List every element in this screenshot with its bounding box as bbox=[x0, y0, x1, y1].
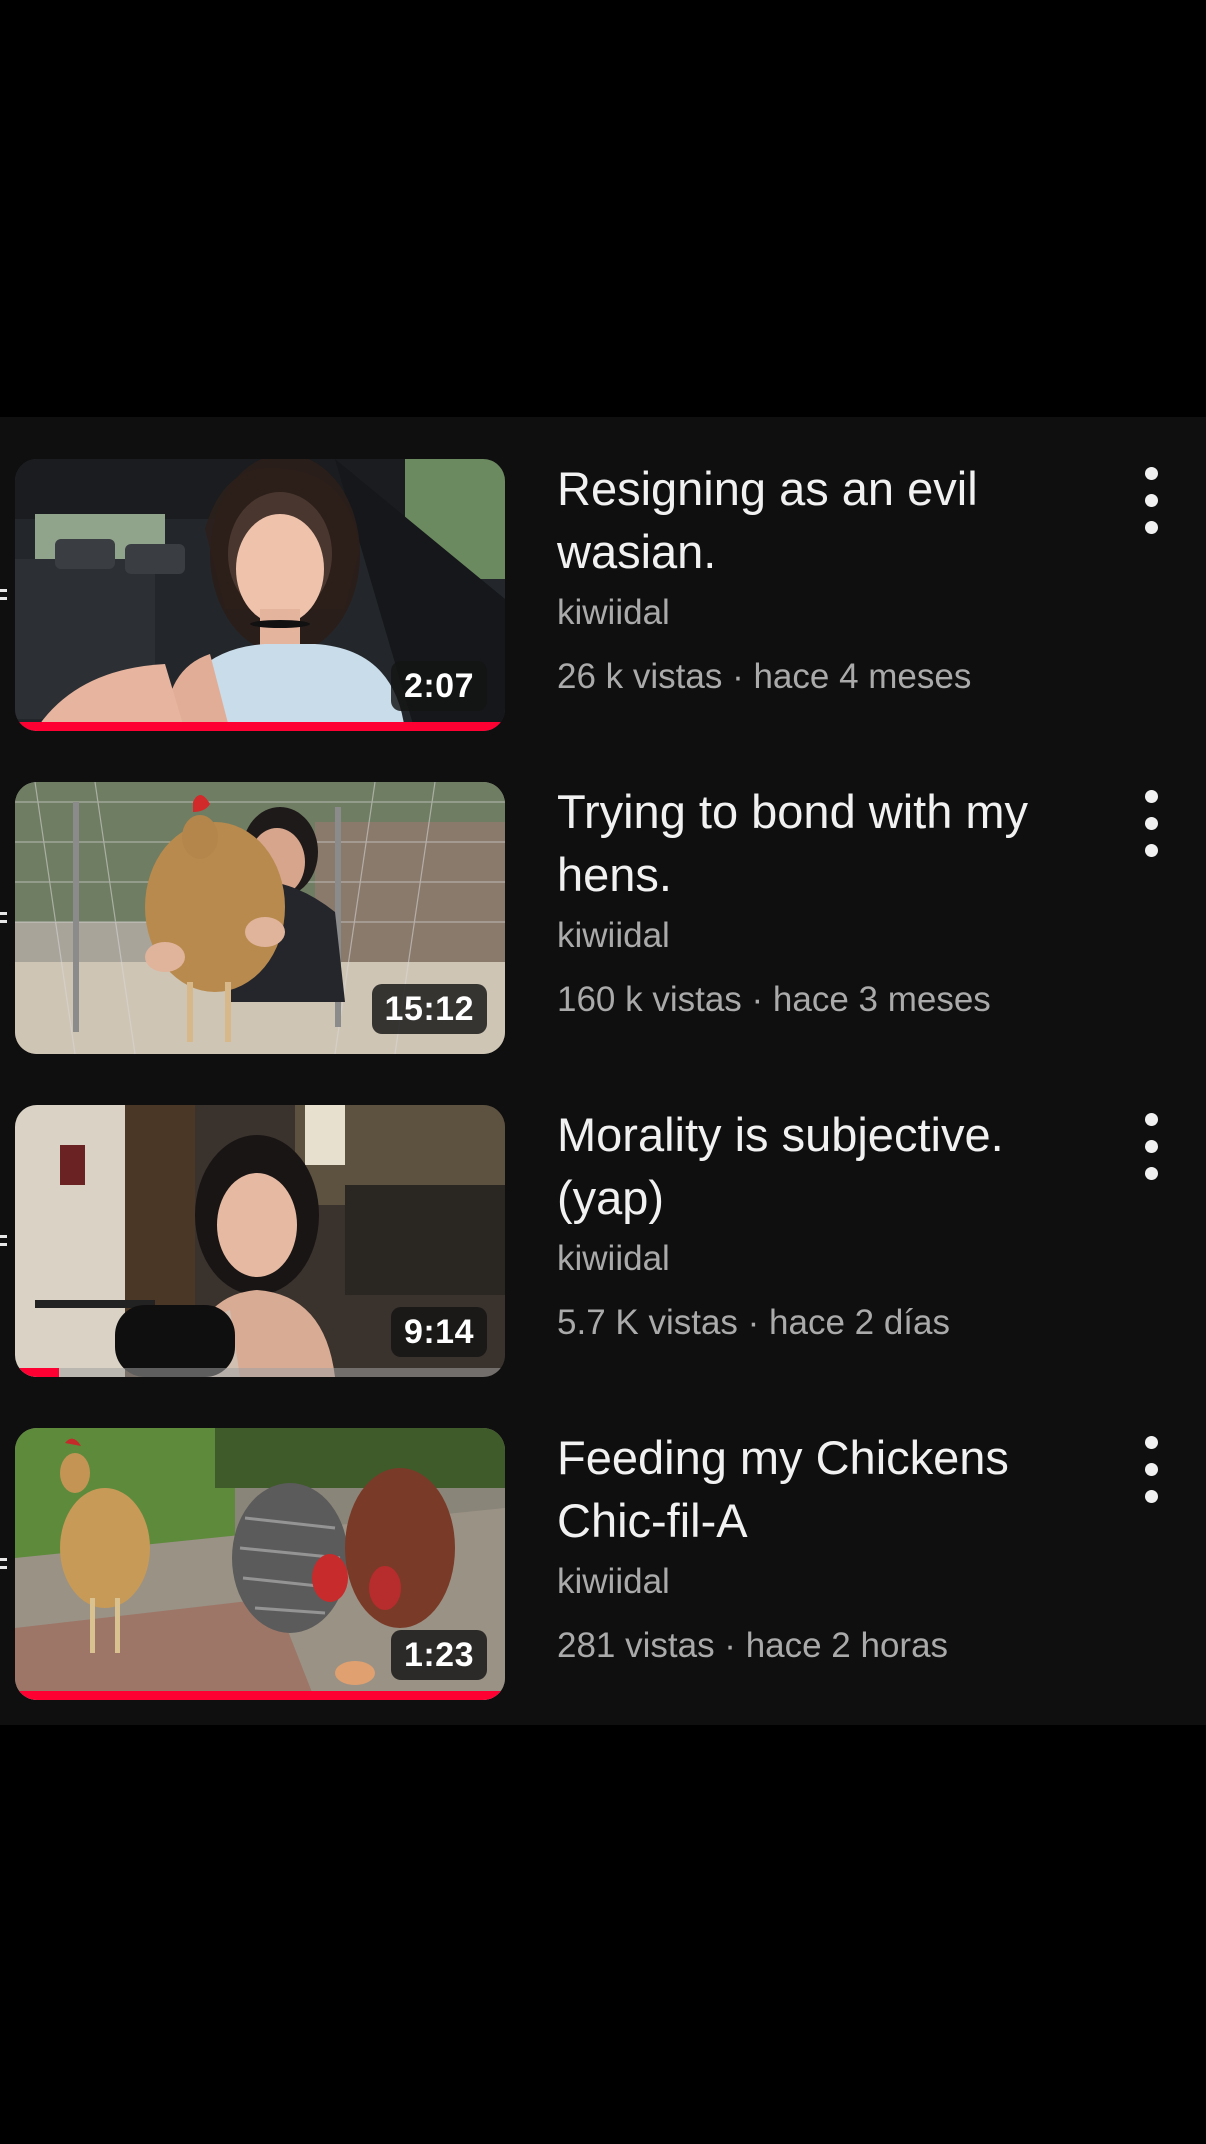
watch-progress-bar bbox=[15, 1691, 505, 1700]
more-options-icon[interactable] bbox=[1132, 467, 1172, 537]
edge-marker bbox=[0, 597, 7, 600]
channel-name[interactable]: kiwiidal bbox=[557, 916, 1097, 956]
edge-marker bbox=[0, 1235, 7, 1238]
video-meta: 160 k vistas · hace 3 meses bbox=[557, 980, 991, 1019]
video-item[interactable]: 9:14 Morality is subjective. (yap) kiwii… bbox=[0, 1063, 1206, 1377]
video-item[interactable]: 1:23 Feeding my Chickens Chic-fil-A kiwi… bbox=[0, 1386, 1206, 1700]
video-thumbnail[interactable]: 9:14 bbox=[15, 1105, 505, 1377]
video-info: Morality is subjective. (yap) kiwiidal 5… bbox=[557, 1103, 1097, 1343]
edge-marker bbox=[0, 1566, 7, 1569]
video-info: Resigning as an evil wasian. kiwiidal 26… bbox=[557, 457, 1097, 697]
video-item[interactable]: 15:12 Trying to bond with my hens. kiwii… bbox=[0, 740, 1206, 1054]
video-title[interactable]: Trying to bond with my hens. bbox=[557, 780, 1097, 906]
edge-marker bbox=[0, 589, 7, 592]
channel-name[interactable]: kiwiidal bbox=[557, 593, 1097, 633]
video-info: Trying to bond with my hens. kiwiidal 16… bbox=[557, 780, 1097, 1020]
watch-progress-fill bbox=[15, 1691, 505, 1700]
more-options-icon[interactable] bbox=[1132, 1436, 1172, 1506]
watch-progress-fill bbox=[15, 1368, 60, 1377]
video-title[interactable]: Feeding my Chickens Chic-fil-A bbox=[557, 1426, 1097, 1552]
edge-marker bbox=[0, 1558, 7, 1561]
video-thumbnail[interactable]: 1:23 bbox=[15, 1428, 505, 1700]
watch-progress-fill bbox=[15, 722, 505, 731]
video-info: Feeding my Chickens Chic-fil-A kiwiidal … bbox=[557, 1426, 1097, 1666]
video-meta: 26 k vistas · hace 4 meses bbox=[557, 657, 972, 696]
video-title[interactable]: Morality is subjective. (yap) bbox=[557, 1103, 1097, 1229]
edge-marker bbox=[0, 920, 7, 923]
video-duration: 1:23 bbox=[390, 1630, 487, 1680]
video-thumbnail[interactable]: 15:12 bbox=[15, 782, 505, 1054]
more-options-icon[interactable] bbox=[1132, 1113, 1172, 1183]
watch-progress-bar bbox=[15, 722, 505, 731]
video-title[interactable]: Resigning as an evil wasian. bbox=[557, 457, 1097, 583]
video-item[interactable]: 2:07 Resigning as an evil wasian. kiwiid… bbox=[0, 417, 1206, 731]
video-duration: 2:07 bbox=[390, 661, 487, 711]
video-thumbnail[interactable]: 2:07 bbox=[15, 459, 505, 731]
edge-marker bbox=[0, 1243, 7, 1246]
channel-name[interactable]: kiwiidal bbox=[557, 1562, 1097, 1602]
video-list: 2:07 Resigning as an evil wasian. kiwiid… bbox=[0, 417, 1206, 1725]
video-meta: 5.7 K vistas · hace 2 días bbox=[557, 1303, 950, 1342]
channel-name[interactable]: kiwiidal bbox=[557, 1239, 1097, 1279]
more-options-icon[interactable] bbox=[1132, 790, 1172, 860]
video-duration: 9:14 bbox=[390, 1307, 487, 1357]
video-meta: 281 vistas · hace 2 horas bbox=[557, 1626, 949, 1665]
edge-marker bbox=[0, 912, 7, 915]
video-duration: 15:12 bbox=[371, 984, 487, 1034]
watch-progress-bar bbox=[15, 1368, 505, 1377]
